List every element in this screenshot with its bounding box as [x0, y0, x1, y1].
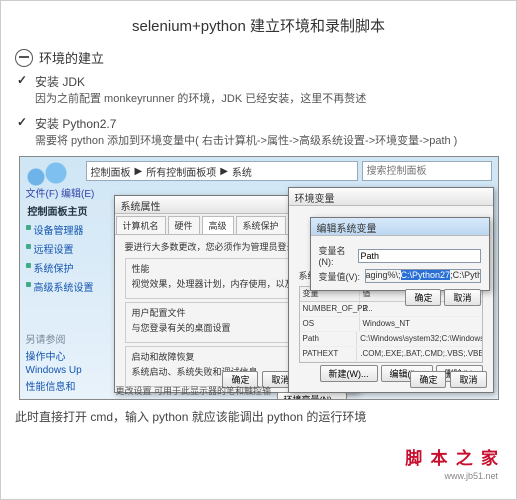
python-desc: 需要将 python 添加到环境变量中( 右击计算机->属性->高级系统设置->… [35, 133, 502, 151]
search-input[interactable] [362, 161, 492, 181]
breadcrumb[interactable]: 控制面板▶ 所有控制面板项▶ 系统 [86, 161, 358, 181]
watermark-url: www.jb51.net [444, 471, 498, 481]
var-value-label: 变量值(V): [319, 270, 365, 283]
tab-active[interactable]: 高级 [202, 216, 234, 234]
var-name-input[interactable] [358, 249, 481, 263]
python-title: 安装 Python2.7 [35, 115, 502, 132]
bottom-note: 此时直接打开 cmd，输入 python 就应该能调出 python 的运行环境 [15, 408, 502, 425]
sidebar-link[interactable]: Windows Up [24, 364, 110, 377]
sidebar-link[interactable]: 设备管理器 [24, 220, 110, 239]
tab[interactable]: 计算机名 [116, 216, 166, 234]
crumb-a[interactable]: 控制面板 [91, 164, 131, 179]
screenshot: 控制面板▶ 所有控制面板项▶ 系统 文件(F) 编辑(E) 控制面板主页 设备管… [19, 156, 499, 400]
menubar[interactable]: 文件(F) 编辑(E) [26, 185, 95, 200]
ok-button[interactable]: 确定 [410, 371, 446, 388]
cancel-button[interactable]: 取消 [450, 371, 486, 388]
cancel-button[interactable]: 取消 [444, 289, 480, 306]
shot-footer: 更改设置 可用于此显示器的笔和触控输 [116, 384, 272, 397]
jdk-desc: 因为之前配置 monkeyrunner 的环境，JDK 已经安装，这里不再赘述 [35, 91, 502, 109]
section-title: 环境的建立 [39, 48, 104, 67]
check-icon: ✓ [17, 115, 31, 151]
crumb-b[interactable]: 所有控制面板项 [146, 164, 216, 179]
item-jdk: ✓ 安装 JDK 因为之前配置 monkeyrunner 的环境，JDK 已经安… [17, 73, 502, 109]
sidebar-link[interactable]: 系统保护 [24, 258, 110, 277]
sidebar-link[interactable]: 性能信息和 [24, 377, 110, 394]
dialog-edit-sys-var: 编辑系统变量 变量名(N): 变量值(V): aging%\;C:\Python… [310, 217, 490, 291]
item-python: ✓ 安装 Python2.7 需要将 python 添加到环境变量中( 右击计算… [17, 115, 502, 151]
crumb-c[interactable]: 系统 [232, 164, 252, 179]
watermark: 脚 本 之 家 [405, 444, 500, 469]
sidebar-link[interactable]: 高级系统设置 [24, 277, 110, 296]
var-name-label: 变量名(N): [319, 244, 358, 267]
check-icon: ✓ [17, 73, 31, 109]
page-title: selenium+python 建立环境和录制脚本 [15, 15, 502, 36]
var-value-input[interactable]: aging%\;C:\Python27;C:\Python27\Lib [365, 269, 481, 283]
bullet-icon [15, 49, 33, 67]
dialog-title: 环境变量 [289, 188, 493, 206]
tab[interactable]: 硬件 [168, 216, 200, 234]
tab[interactable]: 系统保护 [236, 216, 286, 234]
section-header: 环境的建立 [15, 48, 502, 67]
new-button[interactable]: 新建(W)... [320, 365, 378, 382]
ok-button[interactable]: 确定 [405, 289, 441, 306]
table-row: OSWindows_NT [300, 317, 482, 332]
sidebar-see-also: 另请参阅 [24, 330, 110, 347]
dialog-title: 编辑系统变量 [311, 218, 489, 236]
table-row: PathC:\Windows\system32;C:\Windows [300, 332, 482, 347]
table-row: PATHEXT.COM;.EXE;.BAT;.CMD;.VBS;.VBE [300, 347, 482, 362]
jdk-title: 安装 JDK [35, 73, 502, 90]
sidebar-link[interactable]: 操作中心 [24, 347, 110, 364]
sidebar: 控制面板主页 设备管理器 远程设置 系统保护 高级系统设置 另请参阅 操作中心 … [24, 201, 110, 394]
sidebar-link[interactable]: 远程设置 [24, 239, 110, 258]
sidebar-header: 控制面板主页 [24, 201, 110, 220]
